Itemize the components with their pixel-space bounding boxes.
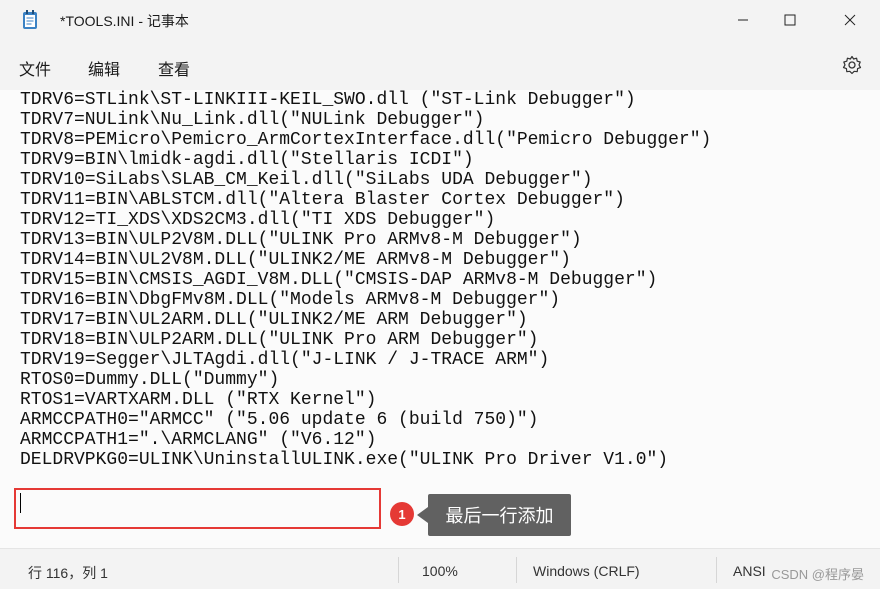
menu-edit[interactable]: 编辑 [88, 56, 120, 80]
highlight-box [14, 488, 381, 529]
window-title: *TOOLS.INI - 记事本 [60, 13, 189, 29]
notepad-icon [23, 10, 37, 29]
tooltip-arrow [417, 507, 428, 523]
maximize-icon [784, 14, 796, 26]
menu-bar: 文件 编辑 查看 [0, 40, 880, 90]
status-encoding: ANSI [733, 563, 766, 579]
minimize-button[interactable] [720, 0, 766, 40]
status-divider [398, 557, 399, 583]
editor-line: TDRV11=BIN\ABLSTCM.dll("Altera Blaster C… [20, 190, 625, 210]
close-icon [844, 14, 856, 26]
status-zoom: 100% [422, 563, 458, 579]
status-divider [716, 557, 717, 583]
editor-line: TDRV18=BIN\ULP2ARM.DLL("ULINK Pro ARM De… [20, 330, 539, 350]
editor-line: ARMCCPATH1=".\ARMCLANG" ("V6.12") [20, 430, 377, 450]
editor-line: TDRV12=TI_XDS\XDS2CM3.dll("TI XDS Debugg… [20, 210, 496, 230]
editor-line: ARMCCPATH0="ARMCC" ("5.06 update 6 (buil… [20, 410, 539, 430]
editor-line: TDRV13=BIN\ULP2V8M.DLL("ULINK Pro ARMv8-… [20, 230, 582, 250]
editor-line: TDRV19=Segger\JLTAgdi.dll("J-LINK / J-TR… [20, 350, 550, 370]
status-bar: 行 116，列 1 100% Windows (CRLF) ANSI CSDN … [0, 548, 880, 589]
annotation-badge: 1 [390, 502, 414, 526]
minimize-icon [738, 19, 748, 21]
status-line-ending: Windows (CRLF) [533, 563, 640, 579]
editor-line: DELDRVPKG0=ULINK\UninstallULINK.exe("ULI… [20, 450, 669, 470]
status-divider [516, 557, 517, 583]
status-position: 行 116，列 1 [28, 565, 108, 581]
editor-line: RTOS1=VARTXARM.DLL ("RTX Kernel") [20, 390, 377, 410]
text-caret [20, 493, 21, 513]
text-editor[interactable]: TDRV6=STLink\ST-LINKIII-KEIL_SWO.dll ("S… [0, 90, 880, 548]
editor-line: TDRV16=BIN\DbgFMv8M.DLL("Models ARMv8-M … [20, 290, 561, 310]
maximize-button[interactable] [767, 0, 813, 40]
close-button[interactable] [827, 0, 873, 40]
editor-line: TDRV14=BIN\UL2V8M.DLL("ULINK2/ME ARMv8-M… [20, 250, 571, 270]
editor-line: TDRV6=STLink\ST-LINKIII-KEIL_SWO.dll ("S… [20, 90, 636, 110]
menu-view[interactable]: 查看 [158, 56, 190, 80]
editor-line: TDRV17=BIN\UL2ARM.DLL("ULINK2/ME ARM Deb… [20, 310, 528, 330]
editor-line: TDRV9=BIN\lmidk-agdi.dll("Stellaris ICDI… [20, 150, 474, 170]
editor-line: TDRV10=SiLabs\SLAB_CM_Keil.dll("SiLabs U… [20, 170, 593, 190]
editor-line: TDRV15=BIN\CMSIS_AGDI_V8M.DLL("CMSIS-DAP… [20, 270, 658, 290]
editor-line: RTOS0=Dummy.DLL("Dummy") [20, 370, 280, 390]
editor-line: TDRV7=NULink\Nu_Link.dll("NULink Debugge… [20, 110, 485, 130]
menu-file[interactable]: 文件 [19, 56, 51, 80]
watermark: CSDN @程序晏 [771, 567, 864, 582]
annotation-tooltip: 最后一行添加 [428, 494, 571, 536]
editor-text: TDRV6=STLink\ST-LINKIII-KEIL_SWO.dll ("S… [20, 90, 711, 470]
editor-line: TDRV8=PEMicro\Pemicro_ArmCortexInterface… [20, 130, 712, 150]
settings-gear-icon[interactable] [842, 55, 862, 75]
title-bar: *TOOLS.INI - 记事本 [0, 0, 880, 40]
